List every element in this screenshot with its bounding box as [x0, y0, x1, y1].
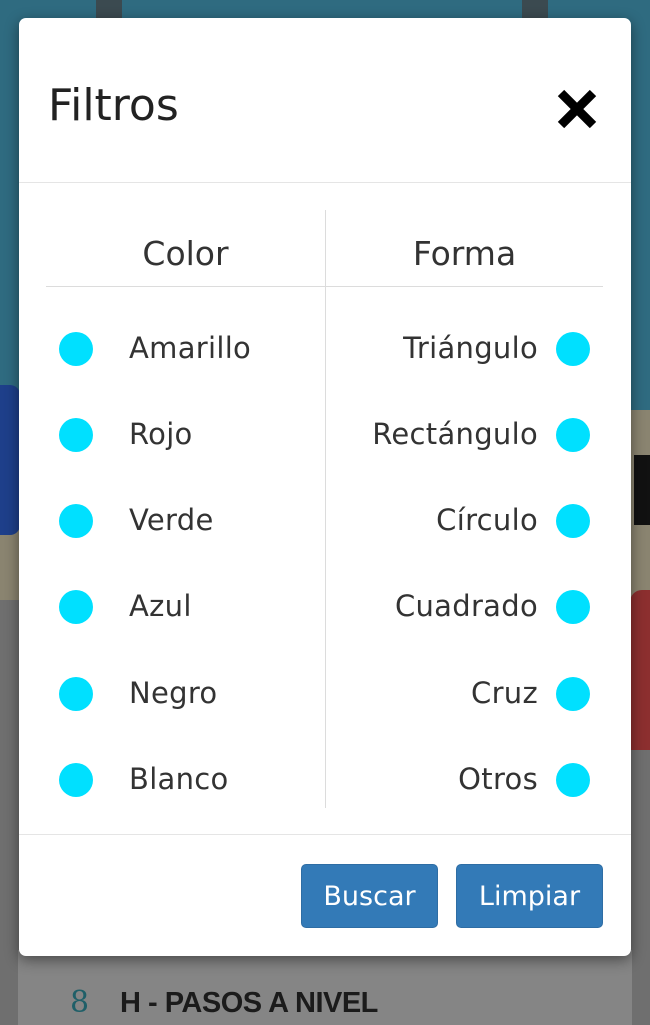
option-label: Verde	[129, 503, 214, 537]
toggle-dot-icon	[556, 590, 590, 624]
option-label: Otros	[458, 762, 538, 796]
filter-row: Blanco Otros	[46, 751, 603, 811]
section-heading: H - PASOS A NIVEL	[120, 987, 378, 1019]
background-sign-shape	[634, 455, 650, 525]
toggle-dot-icon	[556, 418, 590, 452]
filter-row: Azul Cuadrado	[46, 578, 603, 638]
filters-modal: Filtros Color Forma Amarillo Triángulo R…	[19, 18, 631, 956]
toggle-dot-icon	[556, 504, 590, 538]
option-label: Triángulo	[403, 331, 538, 365]
toggle-dot-icon	[59, 504, 93, 538]
shape-option-cruz[interactable]: Cruz	[326, 665, 603, 725]
search-button[interactable]: Buscar	[301, 864, 438, 928]
modal-header: Filtros	[19, 18, 631, 183]
option-label: Negro	[129, 676, 218, 710]
toggle-dot-icon	[556, 763, 590, 797]
shape-option-rectangulo[interactable]: Rectángulo	[326, 406, 603, 466]
option-label: Blanco	[129, 762, 229, 796]
option-label: Azul	[129, 589, 192, 623]
color-column-header: Color	[142, 234, 229, 273]
color-option-negro[interactable]: Negro	[46, 665, 325, 725]
color-option-amarillo[interactable]: Amarillo	[46, 320, 325, 380]
modal-title: Filtros	[48, 80, 179, 131]
filter-row: Verde Círculo	[46, 492, 603, 552]
toggle-dot-icon	[556, 677, 590, 711]
option-label: Cruz	[471, 676, 538, 710]
section-number: 8	[70, 985, 90, 1020]
toggle-dot-icon	[59, 763, 93, 797]
shape-option-cuadrado[interactable]: Cuadrado	[326, 578, 603, 638]
filter-row: Negro Cruz	[46, 665, 603, 725]
color-option-verde[interactable]: Verde	[46, 492, 325, 552]
toggle-dot-icon	[59, 418, 93, 452]
background-sign-shape	[630, 590, 650, 750]
option-label: Cuadrado	[394, 589, 538, 623]
color-option-azul[interactable]: Azul	[46, 578, 325, 638]
toggle-dot-icon	[556, 332, 590, 366]
modal-footer: Buscar Limpiar	[19, 834, 631, 957]
toggle-dot-icon	[59, 332, 93, 366]
modal-body: Color Forma Amarillo Triángulo Rojo Rect…	[46, 210, 603, 808]
filter-row: Amarillo Triángulo	[46, 320, 603, 380]
option-label: Círculo	[436, 503, 538, 537]
shape-option-otros[interactable]: Otros	[326, 751, 603, 811]
close-icon	[557, 89, 597, 129]
toggle-dot-icon	[59, 677, 93, 711]
option-label: Rojo	[129, 417, 193, 451]
column-headers: Color Forma	[46, 210, 603, 287]
shape-column-header: Forma	[412, 234, 517, 273]
shape-option-circulo[interactable]: Círculo	[326, 492, 603, 552]
filter-row: Rojo Rectángulo	[46, 406, 603, 466]
shape-option-triangulo[interactable]: Triángulo	[326, 320, 603, 380]
color-option-rojo[interactable]: Rojo	[46, 406, 325, 466]
toggle-dot-icon	[59, 590, 93, 624]
option-label: Amarillo	[129, 331, 252, 365]
background-sign-shape	[0, 385, 20, 535]
color-option-blanco[interactable]: Blanco	[46, 751, 325, 811]
close-button[interactable]	[551, 83, 603, 135]
clear-button[interactable]: Limpiar	[456, 864, 603, 928]
option-label: Rectángulo	[372, 417, 538, 451]
